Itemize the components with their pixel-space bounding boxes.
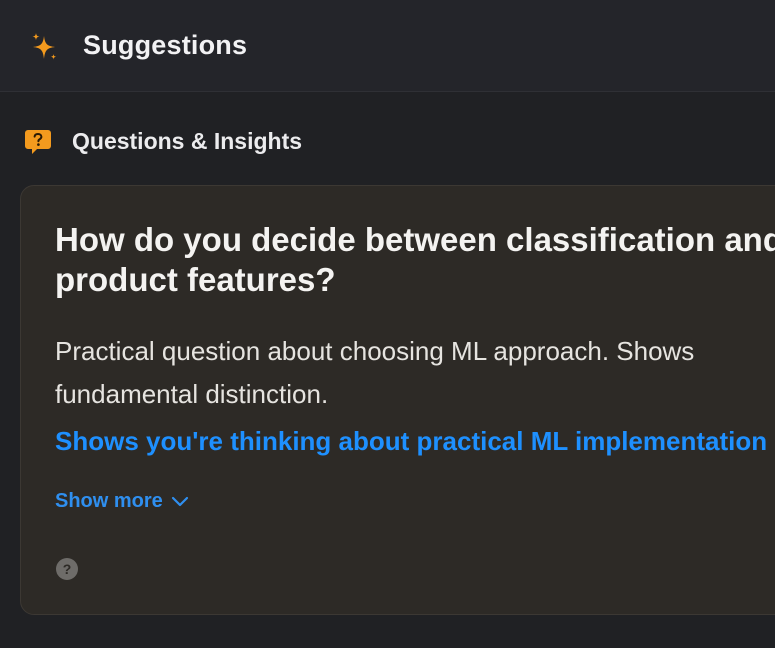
- question-bubble-icon: [25, 130, 51, 154]
- section-header: Questions & Insights: [0, 120, 775, 164]
- suggestion-card[interactable]: How do you decide between classification…: [20, 185, 775, 615]
- panel-title: Suggestions: [83, 30, 248, 60]
- chevron-down-icon: [171, 496, 188, 506]
- show-more-label: Show more: [55, 490, 163, 512]
- sparkle-icon: [32, 33, 57, 60]
- help-icon[interactable]: ?: [56, 558, 78, 580]
- suggestions-panel: Suggestions Questions & Insights How do …: [0, 0, 775, 648]
- question-description: Practical question about choosing ML app…: [55, 336, 695, 409]
- panel-header: Suggestions: [0, 0, 775, 92]
- show-more-button[interactable]: Show more: [55, 490, 189, 513]
- suggested-question: How do you decide between classification…: [55, 221, 775, 298]
- insight-link[interactable]: Shows you're thinking about practical ML…: [55, 426, 767, 457]
- section-title: Questions & Insights: [72, 128, 303, 154]
